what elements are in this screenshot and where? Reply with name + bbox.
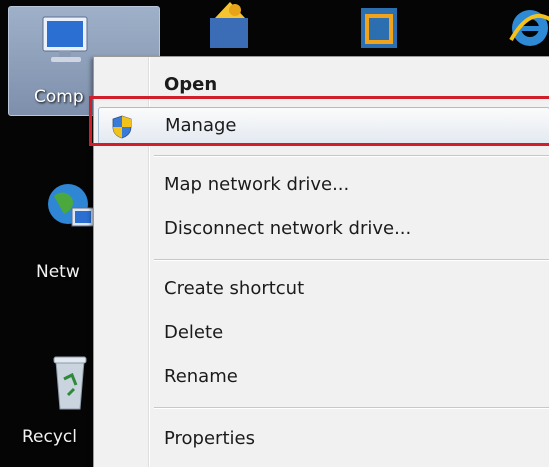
menu-separator <box>154 407 549 409</box>
context-menu: Open Manage Map network drive... Disconn… <box>93 56 549 467</box>
desktop-icon-recycle-bin[interactable]: Recycl <box>0 345 87 461</box>
menu-item-label: Manage <box>165 115 237 136</box>
internet-explorer-icon[interactable] <box>505 0 549 62</box>
menu-item-map-network-drive[interactable]: Map network drive... <box>98 167 548 203</box>
desktop-icon-label: Recycl <box>22 427 77 447</box>
menu-item-manage[interactable]: Manage <box>98 107 549 145</box>
menu-separator <box>154 259 549 261</box>
uac-shield-icon <box>111 115 133 139</box>
menu-item-label: Properties <box>164 428 255 449</box>
menu-item-label: Disconnect network drive... <box>164 218 412 239</box>
menu-item-label: Map network drive... <box>164 174 350 195</box>
menu-separator <box>154 155 549 157</box>
menu-item-label: Rename <box>164 366 238 387</box>
computer-icon <box>37 15 88 65</box>
menu-item-label: Create shortcut <box>164 278 305 299</box>
menu-item-label: Delete <box>164 322 224 343</box>
menu-item-label: Open <box>164 74 218 95</box>
desktop-icon-label: Netw <box>36 262 80 282</box>
menu-item-delete[interactable]: Delete <box>98 315 548 351</box>
menu-item-rename[interactable]: Rename <box>98 359 548 395</box>
menu-item-disconnect-network-drive[interactable]: Disconnect network drive... <box>98 211 548 247</box>
desktop-icon-network[interactable]: Netw <box>0 172 95 282</box>
menu-item-create-shortcut[interactable]: Create shortcut <box>98 271 548 307</box>
network-icon <box>46 178 96 228</box>
window-icon[interactable] <box>355 0 405 62</box>
desktop: Comp Netw Recycl Open Manage Map network… <box>0 0 549 467</box>
menu-item-properties[interactable]: Properties <box>98 421 548 457</box>
desktop-icon-label: Comp <box>34 87 84 107</box>
menu-item-open[interactable]: Open <box>98 67 548 103</box>
program-icon[interactable] <box>205 0 255 62</box>
